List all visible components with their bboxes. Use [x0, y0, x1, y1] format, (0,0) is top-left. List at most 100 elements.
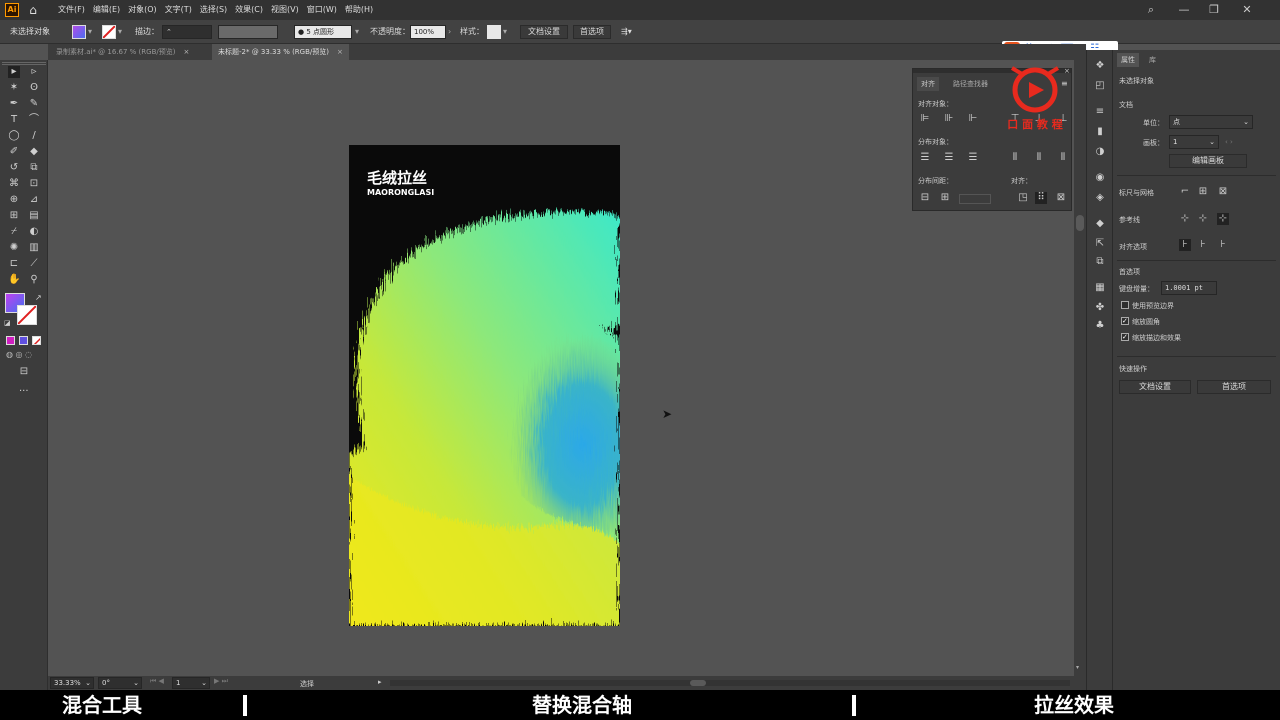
export-panel-icon[interactable]: ⇱ [1094, 238, 1106, 250]
tab-library[interactable]: 库 [1149, 55, 1156, 65]
menu-item[interactable]: 帮助(H) [345, 0, 373, 20]
brushes-panel-icon[interactable]: ✤ [1094, 302, 1106, 314]
eraser-tool-icon[interactable]: ◆ [28, 146, 40, 158]
arrange-icon[interactable]: ⇶▾ [621, 25, 632, 39]
tab-align[interactable]: 对齐 [917, 77, 939, 91]
distribute-hspace-icon[interactable]: ⊞ [939, 192, 951, 204]
ellipse-tool-icon[interactable]: ◯ [8, 130, 20, 142]
warp-tool-icon[interactable]: ⌘ [8, 178, 20, 190]
arc-tool-icon[interactable]: ⌒ [28, 114, 40, 126]
swap-colors-icon[interactable]: ↗ [35, 293, 42, 302]
distribute-vspace-icon[interactable]: ⊟ [919, 192, 931, 204]
grid-icon[interactable]: ⊞ [1197, 186, 1209, 198]
brush-chevron-icon[interactable]: ▾ [355, 25, 359, 39]
menu-item[interactable]: 对象(O) [128, 0, 157, 20]
smart-guides-icon[interactable]: ⊹ [1217, 213, 1229, 225]
snap-to-pixel-icon[interactable]: ⊦ [1197, 239, 1209, 251]
blend-tool-icon[interactable]: ◐ [28, 226, 40, 238]
horizontal-scrollbar[interactable] [390, 680, 1070, 686]
home-icon[interactable]: ⌂ [26, 3, 40, 17]
artboard[interactable]: 毛绒拉丝 MAORONGLASI [349, 145, 620, 626]
hand-tool-icon[interactable]: ✋ [8, 274, 20, 286]
lasso-tool-icon[interactable]: ʘ [28, 82, 40, 94]
scroll-thumb[interactable] [1076, 215, 1084, 231]
vertical-scrollbar[interactable]: ▾ [1074, 60, 1086, 676]
zoom-tool-icon[interactable]: ⚲ [28, 274, 40, 286]
transparency-panel-icon[interactable]: ◑ [1094, 146, 1106, 158]
use-preview-bounds-checkbox[interactable] [1121, 301, 1129, 309]
spacing-field[interactable] [959, 194, 991, 204]
align-to-artboard-icon[interactable]: ⊠ [1055, 192, 1067, 204]
properties-panel-icon[interactable]: ❖ [1094, 60, 1106, 72]
perspective-tool-icon[interactable]: ⊿ [28, 194, 40, 206]
menu-item[interactable]: 选择(S) [200, 0, 227, 20]
graphic-styles-panel-icon[interactable]: ◈ [1094, 192, 1106, 204]
artboards-panel-icon[interactable]: ⧉ [1094, 256, 1106, 268]
free-transform-tool-icon[interactable]: ⊡ [28, 178, 40, 190]
distribute-bottom-icon[interactable]: ☰ [967, 152, 979, 164]
rotate-tool-icon[interactable]: ↺ [8, 162, 20, 174]
align-to-selection-icon[interactable]: ◳ [1017, 192, 1029, 204]
align-to-key-object-icon[interactable]: ⠿ [1035, 192, 1047, 204]
minimize-icon[interactable]: — [1177, 3, 1191, 17]
selection-tool-icon[interactable]: ▸ [8, 66, 20, 78]
style-swatch[interactable] [487, 25, 501, 39]
artboard-select[interactable]: 1 ⌄ [1169, 135, 1219, 149]
restore-icon[interactable]: ❐ [1207, 3, 1221, 17]
distribute-hcenter-icon[interactable]: ⫴ [1033, 152, 1045, 164]
appearance-panel-icon[interactable]: ◉ [1094, 172, 1106, 184]
transparency-grid-icon[interactable]: ⊠ [1217, 186, 1229, 198]
zoom-field[interactable]: 33.33% ⌄ [50, 677, 94, 689]
stroke-color-swatch[interactable] [17, 305, 37, 325]
swatches-panel-icon[interactable]: ▦ [1094, 282, 1106, 294]
preferences-button[interactable]: 首选项 [573, 25, 611, 39]
type-tool-icon[interactable]: T [8, 114, 20, 126]
artboard-number-field[interactable]: 1 ⌄ [172, 677, 210, 689]
menu-item[interactable]: 编辑(E) [93, 0, 120, 20]
artboard-tool-icon[interactable]: ⊏ [8, 258, 20, 270]
scale-strokes-checkbox[interactable]: ✓ [1121, 333, 1129, 341]
snap-to-glyph-icon[interactable]: ⊦ [1217, 239, 1229, 251]
distribute-left-icon[interactable]: ⫴ [1009, 152, 1021, 164]
symbols-panel-icon[interactable]: ♣ [1094, 320, 1106, 332]
menu-item[interactable]: 文字(T) [165, 0, 192, 20]
opacity-field[interactable]: 100% [410, 25, 446, 39]
menu-item[interactable]: 窗口(W) [307, 0, 337, 20]
gradient-tool-icon[interactable]: ▤ [28, 210, 40, 222]
slice-tool-icon[interactable]: ⟋ [28, 258, 40, 270]
close-icon[interactable]: ✕ [1240, 3, 1254, 17]
eyedropper-tool-icon[interactable]: ⌿ [8, 226, 20, 238]
preferences-button[interactable]: 首选项 [1197, 380, 1271, 394]
magic-wand-tool-icon[interactable]: ✶ [8, 82, 20, 94]
none-mode-icon[interactable] [32, 336, 41, 345]
edit-artboards-button[interactable]: 编辑画板 [1169, 154, 1247, 168]
fill-swatch[interactable] [72, 25, 86, 39]
ruler-icon[interactable]: ⌐ [1179, 186, 1191, 198]
distribute-top-icon[interactable]: ☰ [919, 152, 931, 164]
menu-item[interactable]: 视图(V) [271, 0, 299, 20]
default-colors-icon[interactable]: ◪ [4, 319, 11, 327]
color-mode-icon[interactable] [6, 336, 15, 345]
units-select[interactable]: 点 ⌄ [1169, 115, 1253, 129]
tab-close-icon[interactable]: × [183, 48, 189, 56]
menu-item[interactable]: 效果(C) [235, 0, 263, 20]
mesh-tool-icon[interactable]: ⊞ [8, 210, 20, 222]
keyboard-increment-field[interactable]: 1.0001 pt [1161, 281, 1217, 295]
scale-corners-checkbox[interactable]: ✓ [1121, 317, 1129, 325]
lock-guides-icon[interactable]: ⊹ [1197, 213, 1209, 225]
menu-item[interactable]: 文件(F) [58, 0, 85, 20]
more-tools-icon[interactable]: ··· [19, 386, 29, 397]
pen-tool-icon[interactable]: ✒ [8, 98, 20, 110]
distribute-vcenter-icon[interactable]: ☰ [943, 152, 955, 164]
fill-chevron-icon[interactable]: ▾ [88, 25, 92, 39]
tab-untitled[interactable]: 未标题-2* @ 33.33 % (RGB/预览) × [212, 44, 349, 60]
scale-tool-icon[interactable]: ⧉ [28, 162, 40, 174]
search-icon[interactable]: ⌕ [1144, 3, 1158, 17]
shape-builder-tool-icon[interactable]: ⊕ [8, 194, 20, 206]
next-artboard-icon[interactable]: ▶ ⏭ [214, 677, 228, 686]
rotation-field[interactable]: 0° ⌄ [98, 677, 142, 689]
doc-setup-button[interactable]: 文档设置 [1119, 380, 1191, 394]
align-hcenter-icon[interactable]: ⊪ [943, 113, 955, 125]
tab-properties[interactable]: 属性 [1117, 53, 1139, 67]
doc-setup-button[interactable]: 文档设置 [520, 25, 568, 39]
